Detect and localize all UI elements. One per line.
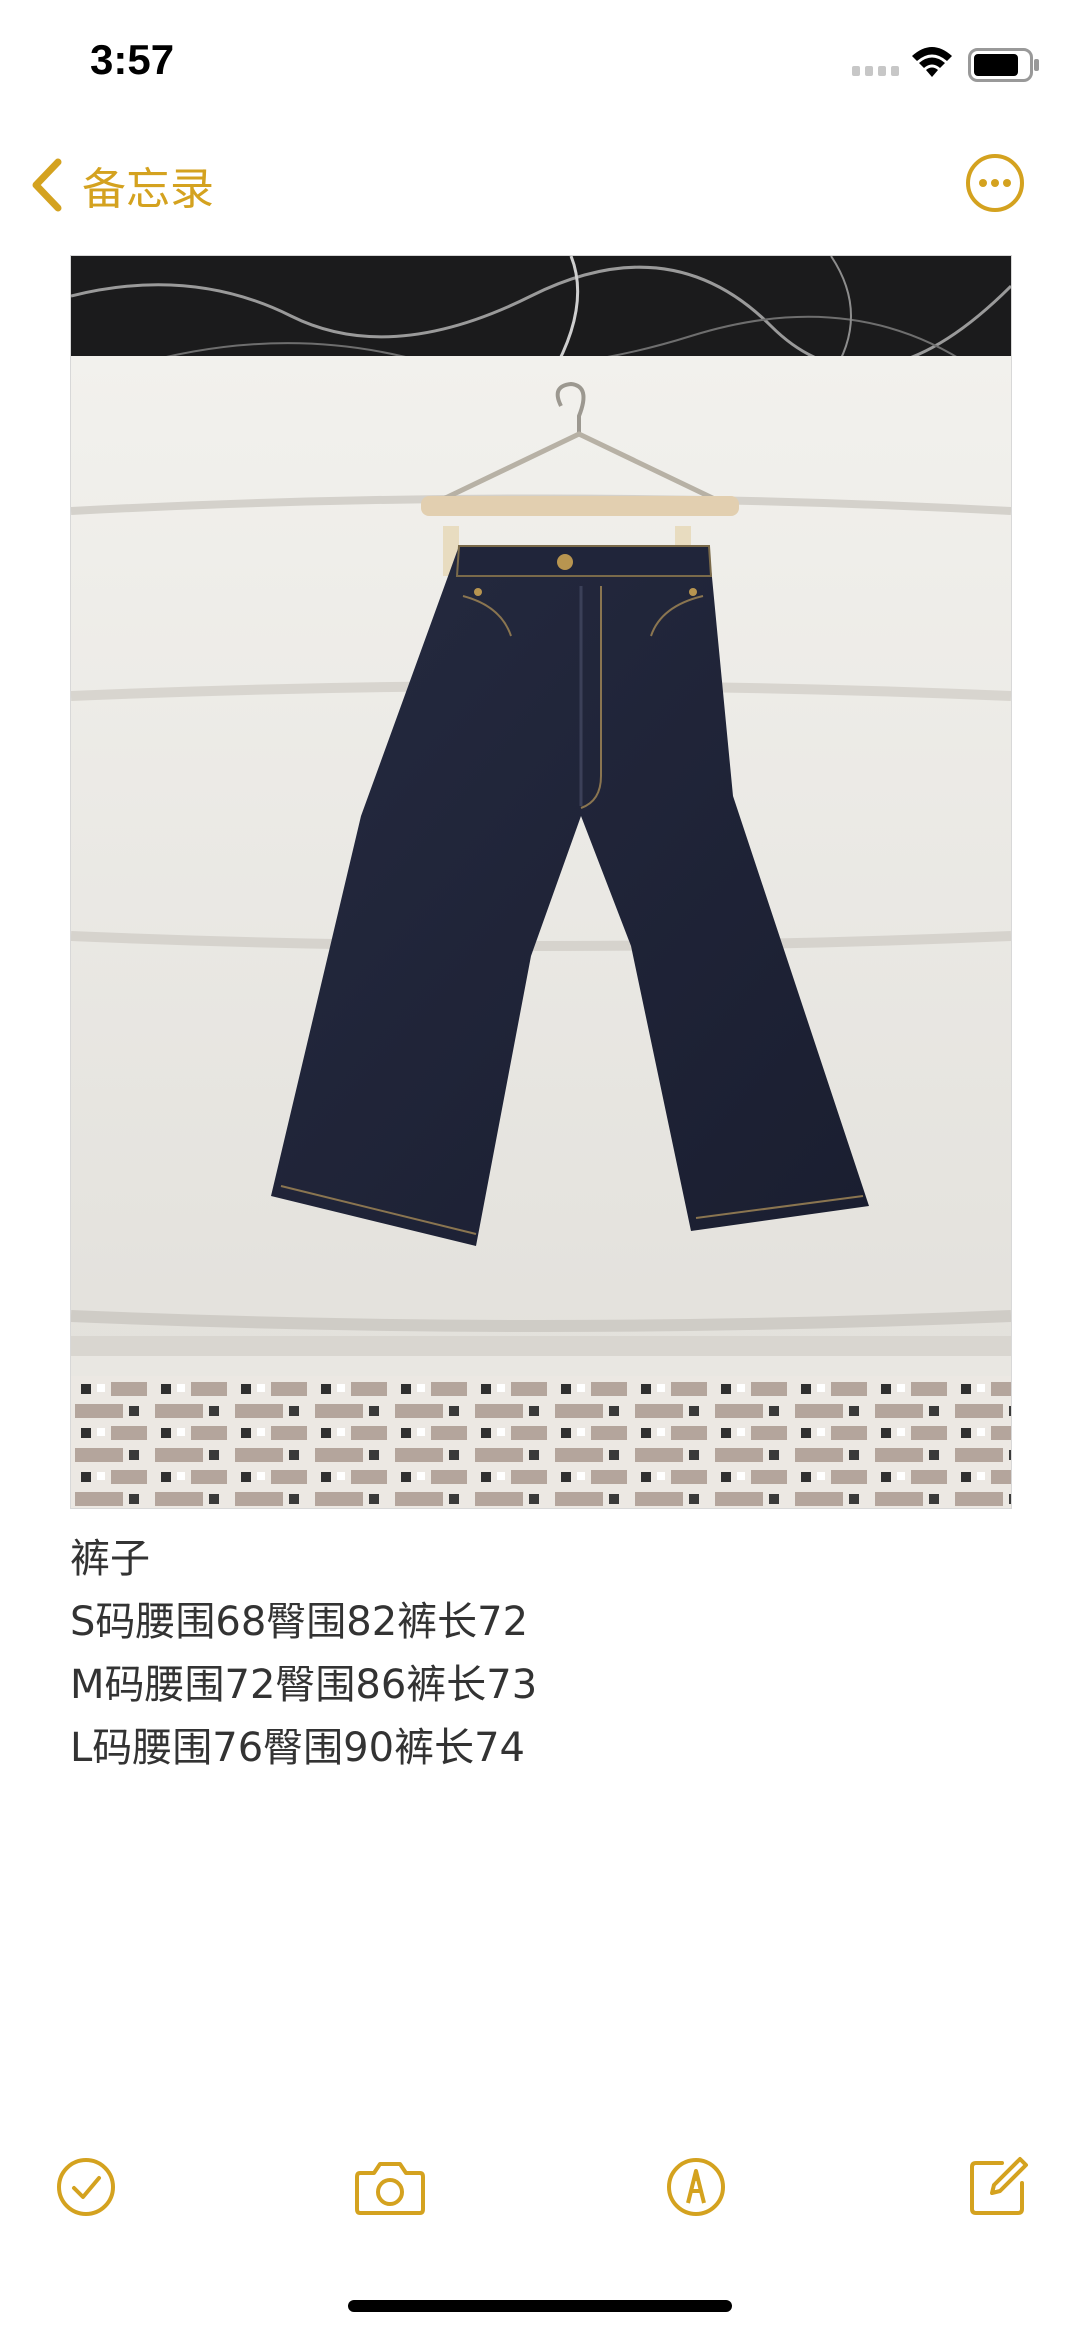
notes-screen: 3:57 备忘录 裤子 S码腰围68臀围82裤长72 M码腰围72臀围86裤长7… [0, 0, 1080, 2337]
markup-pen-icon[interactable] [664, 2155, 728, 2219]
note-size-m-line: M码腰围72臀围86裤长73 [70, 1662, 538, 1708]
compose-icon[interactable] [966, 2155, 1030, 2219]
note-body[interactable]: 裤子 S码腰围68臀围82裤长72 M码腰围72臀围86裤长73 L码腰围76臀… [70, 1528, 1010, 1780]
note-size-s-line: S码腰围68臀围82裤长72 [70, 1599, 529, 1645]
bottom-toolbar [0, 2155, 1080, 2235]
battery-icon [968, 48, 1039, 82]
wifi-icon [912, 47, 952, 77]
navigation-bar: 备忘录 [0, 140, 1080, 230]
status-bar: 3:57 [0, 0, 1080, 130]
status-time: 3:57 [90, 36, 175, 83]
note-title-line: 裤子 [70, 1536, 150, 1582]
note-size-l-line: L码腰围76臀围90裤长74 [70, 1725, 525, 1771]
back-button[interactable]: 备忘录 [30, 150, 214, 220]
more-options-icon[interactable] [964, 152, 1026, 214]
checklist-icon[interactable] [54, 2155, 118, 2219]
chevron-left-icon [32, 158, 62, 212]
photo-attachment[interactable] [70, 255, 1012, 1509]
home-indicator[interactable] [348, 2300, 732, 2312]
back-label: 备忘录 [82, 164, 214, 215]
jeans-photo-illustration [71, 256, 1011, 1508]
cellular-signal-icon [852, 66, 899, 76]
camera-icon[interactable] [354, 2155, 426, 2219]
